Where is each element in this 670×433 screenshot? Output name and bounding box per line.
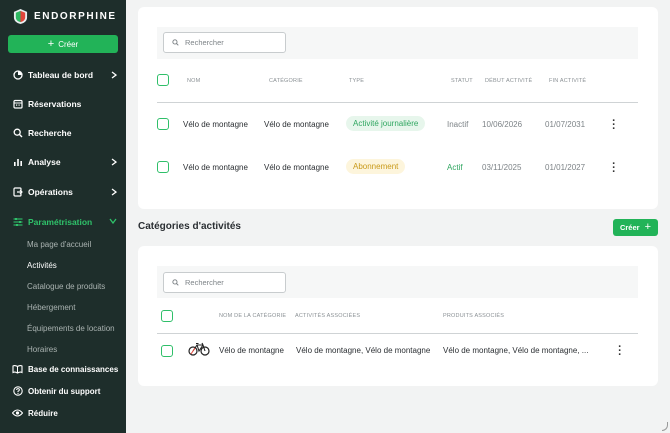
sidebar-item-label: Analyse bbox=[28, 157, 61, 167]
sidebar-subitem-horaires[interactable]: Horaires bbox=[27, 345, 57, 354]
sidebar-item-label: Opérations bbox=[28, 187, 73, 197]
sidebar-create-label: Créer bbox=[58, 39, 79, 49]
column-header-produits[interactable]: PRODUITS ASSOCIÉS bbox=[443, 313, 504, 319]
row-menu-icon[interactable]: · · · bbox=[611, 159, 617, 178]
brand-name: ENDORPHINE bbox=[34, 11, 117, 22]
sidebar-item-label: Réduire bbox=[28, 408, 58, 418]
logo-icon bbox=[13, 9, 28, 24]
create-category-label: Créer bbox=[619, 223, 640, 232]
sidebar-item-label: Base de connaissances bbox=[28, 364, 119, 374]
sidebar-subitem-catalogue[interactable]: Catalogue de produits bbox=[27, 282, 105, 291]
sidebar-item-reduire[interactable]: Réduire bbox=[0, 403, 126, 423]
help-icon bbox=[12, 386, 23, 397]
operations-icon bbox=[12, 187, 23, 198]
sidebar-item-knowledge-base[interactable]: Base de connaissances bbox=[0, 359, 126, 379]
column-header-activites[interactable]: ACTIVITÉS ASSOCIÉES bbox=[295, 313, 360, 319]
chevron-right-icon bbox=[111, 188, 117, 196]
select-all-checkbox[interactable] bbox=[161, 310, 173, 322]
sidebar-create-button[interactable]: + Créer bbox=[8, 35, 118, 53]
brand-logo[interactable]: ENDORPHINE bbox=[13, 9, 117, 24]
eye-icon bbox=[12, 408, 23, 419]
sidebar-item-analyse[interactable]: Analyse bbox=[0, 152, 126, 172]
bike-icon bbox=[188, 342, 210, 356]
header-divider bbox=[157, 102, 638, 103]
dashboard-icon bbox=[12, 70, 23, 81]
sidebar-subitem-activites[interactable]: Activités bbox=[27, 261, 57, 270]
activities-card: Rechercher NOM CATÉGORIE TYPE STATUT DÉB… bbox=[138, 7, 658, 209]
type-badge: Activité journalière bbox=[346, 116, 426, 131]
chevron-right-icon bbox=[111, 71, 117, 79]
activities-search-input[interactable]: Rechercher bbox=[163, 32, 286, 53]
column-header-debut[interactable]: DÉBUT ACTIVITÉ bbox=[485, 78, 532, 84]
row-checkbox[interactable] bbox=[161, 345, 173, 357]
sliders-icon bbox=[12, 217, 23, 228]
row-checkbox[interactable] bbox=[157, 161, 169, 173]
categories-title: Catégories d'activités bbox=[138, 221, 241, 232]
chevron-down-icon bbox=[109, 218, 117, 224]
sidebar-item-parametrisation[interactable]: Paramétrisation bbox=[0, 212, 126, 232]
search-placeholder: Rechercher bbox=[185, 278, 224, 287]
sidebar-item-reservations[interactable]: Réservations bbox=[0, 94, 126, 114]
sidebar-subitem-equipements[interactable]: Équipements de location bbox=[27, 324, 115, 333]
cell-activities: Vélo de montagne, Vélo de montagne bbox=[296, 346, 431, 355]
column-header-statut[interactable]: STATUT bbox=[451, 78, 473, 84]
plus-icon: + bbox=[47, 37, 55, 50]
column-header-nom[interactable]: NOM bbox=[187, 78, 200, 84]
header-divider bbox=[157, 333, 638, 334]
cell-category: Vélo de montagne bbox=[264, 120, 329, 129]
calendar-icon bbox=[12, 99, 23, 110]
column-header-categorie[interactable]: CATÉGORIE bbox=[269, 78, 303, 84]
status-text: Inactif bbox=[447, 120, 469, 129]
search-icon bbox=[172, 279, 179, 286]
search-icon bbox=[172, 39, 179, 46]
sidebar-footer: Base de connaissances Obtenir du support… bbox=[0, 358, 126, 433]
row-checkbox[interactable] bbox=[157, 118, 169, 130]
sidebar-item-tableau-de-bord[interactable]: Tableau de bord bbox=[0, 65, 126, 85]
search-placeholder: Rechercher bbox=[185, 38, 224, 47]
sidebar-item-support[interactable]: Obtenir du support bbox=[0, 381, 126, 401]
sidebar-subitem-hebergement[interactable]: Hébergement bbox=[27, 303, 75, 312]
sidebar-item-label: Réservations bbox=[28, 99, 82, 109]
row-menu-icon[interactable]: · · · bbox=[611, 116, 617, 135]
resize-handle bbox=[662, 422, 668, 431]
type-badge: Abonnement bbox=[346, 159, 406, 174]
cell-end-date: 01/01/2027 bbox=[545, 163, 586, 172]
cell-name[interactable]: Vélo de montagne bbox=[183, 120, 248, 129]
cell-name[interactable]: Vélo de montagne bbox=[183, 163, 248, 172]
column-header-fin[interactable]: FIN ACTIVITÉ bbox=[549, 78, 586, 84]
sidebar-item-recherche[interactable]: Recherche bbox=[0, 123, 126, 143]
sidebar-item-label: Paramétrisation bbox=[28, 217, 93, 227]
sidebar: ENDORPHINE + Créer Tableau de bord Réser… bbox=[0, 0, 126, 433]
cell-start-date: 10/06/2026 bbox=[482, 120, 523, 129]
cell-products: Vélo de montagne, Vélo de montagne, ... bbox=[443, 346, 589, 355]
select-all-checkbox[interactable] bbox=[157, 74, 169, 86]
search-icon bbox=[12, 128, 23, 139]
create-category-button[interactable]: Créer + bbox=[613, 219, 658, 236]
sidebar-item-label: Recherche bbox=[28, 128, 72, 138]
cell-category: Vélo de montagne bbox=[264, 163, 329, 172]
bar-chart-icon bbox=[12, 157, 23, 168]
sidebar-item-operations[interactable]: Opérations bbox=[0, 182, 126, 202]
column-header-nom-categorie[interactable]: NOM DE LA CATÉGORIE bbox=[219, 313, 286, 319]
status-text: Actif bbox=[447, 163, 463, 172]
sidebar-subitem-ma-page[interactable]: Ma page d'accueil bbox=[27, 240, 91, 249]
cell-category-name[interactable]: Vélo de montagne bbox=[219, 346, 284, 355]
cell-end-date: 01/07/2031 bbox=[545, 120, 586, 129]
sidebar-item-label: Tableau de bord bbox=[28, 70, 94, 80]
row-menu-icon[interactable]: · · · bbox=[617, 342, 623, 361]
plus-icon: + bbox=[644, 221, 652, 233]
book-icon bbox=[12, 364, 23, 375]
sidebar-item-label: Obtenir du support bbox=[28, 386, 101, 396]
chevron-right-icon bbox=[111, 158, 117, 166]
column-header-type[interactable]: TYPE bbox=[349, 78, 364, 84]
cell-start-date: 03/11/2025 bbox=[482, 163, 522, 172]
categories-search-input[interactable]: Rechercher bbox=[163, 272, 286, 293]
categories-card: Rechercher NOM DE LA CATÉGORIE ACTIVITÉS… bbox=[138, 246, 658, 386]
